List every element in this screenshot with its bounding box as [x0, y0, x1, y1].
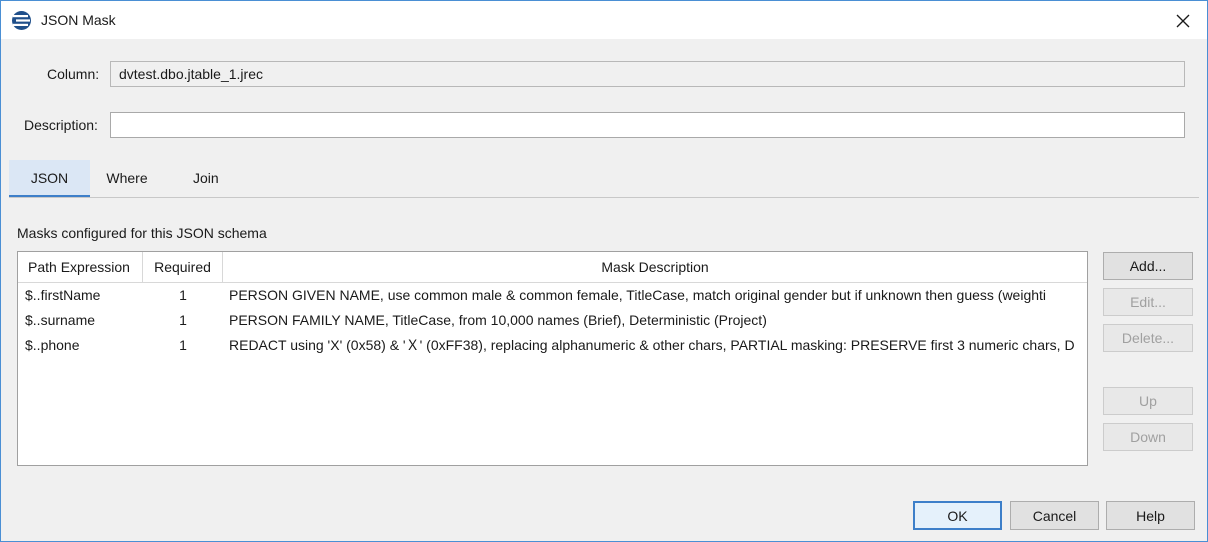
tab-join[interactable]: Join [164, 160, 250, 197]
tab-where[interactable]: Where [90, 160, 164, 197]
edit-button[interactable]: Edit... [1103, 288, 1193, 316]
cell-description: REDACT using 'X' (0x58) & 'Ｘ' (0xFF38), … [229, 337, 1075, 353]
masks-table[interactable]: Path Expression Required Mask Descriptio… [17, 251, 1088, 466]
cell-required: 1 [179, 312, 187, 328]
column-header-path[interactable]: Path Expression [18, 252, 143, 282]
close-icon[interactable] [1171, 9, 1195, 33]
description-input[interactable] [110, 112, 1185, 138]
cell-description: PERSON FAMILY NAME, TitleCase, from 10,0… [229, 312, 767, 328]
title-bar: JSON Mask [1, 1, 1207, 39]
description-label: Description: [24, 117, 98, 133]
window-title: JSON Mask [41, 12, 116, 28]
cancel-button[interactable]: Cancel [1010, 501, 1099, 530]
cell-path: $..surname [25, 312, 96, 328]
cell-path: $..phone [25, 337, 80, 353]
column-label: Column: [47, 66, 100, 82]
add-button[interactable]: Add... [1103, 252, 1193, 280]
json-mask-dialog: JSON Mask Column: dvtest.dbo.jtable_1.jr… [0, 0, 1208, 542]
delete-button[interactable]: Delete... [1103, 324, 1193, 352]
cell-required: 1 [179, 337, 187, 353]
down-button[interactable]: Down [1103, 423, 1193, 451]
cell-path: $..firstName [25, 287, 101, 303]
masks-section-label: Masks configured for this JSON schema [17, 225, 267, 241]
column-header-required[interactable]: Required [143, 252, 223, 282]
table-row[interactable]: $..firstName 1 PERSON GIVEN NAME, use co… [18, 283, 1087, 308]
app-logo-icon [12, 11, 31, 30]
tab-divider [9, 197, 1199, 198]
cell-required: 1 [179, 287, 187, 303]
cell-description: PERSON GIVEN NAME, use common male & com… [229, 287, 1047, 303]
table-row[interactable]: $..phone 1 REDACT using 'X' (0x58) & 'Ｘ'… [18, 333, 1087, 358]
column-field: dvtest.dbo.jtable_1.jrec [110, 61, 1185, 87]
table-row[interactable]: $..surname 1 PERSON FAMILY NAME, TitleCa… [18, 308, 1087, 333]
tab-json[interactable]: JSON [9, 160, 90, 197]
ok-button[interactable]: OK [913, 501, 1002, 530]
help-button[interactable]: Help [1106, 501, 1195, 530]
table-header: Path Expression Required Mask Descriptio… [18, 252, 1087, 283]
up-button[interactable]: Up [1103, 387, 1193, 415]
column-header-description[interactable]: Mask Description [223, 252, 1087, 282]
